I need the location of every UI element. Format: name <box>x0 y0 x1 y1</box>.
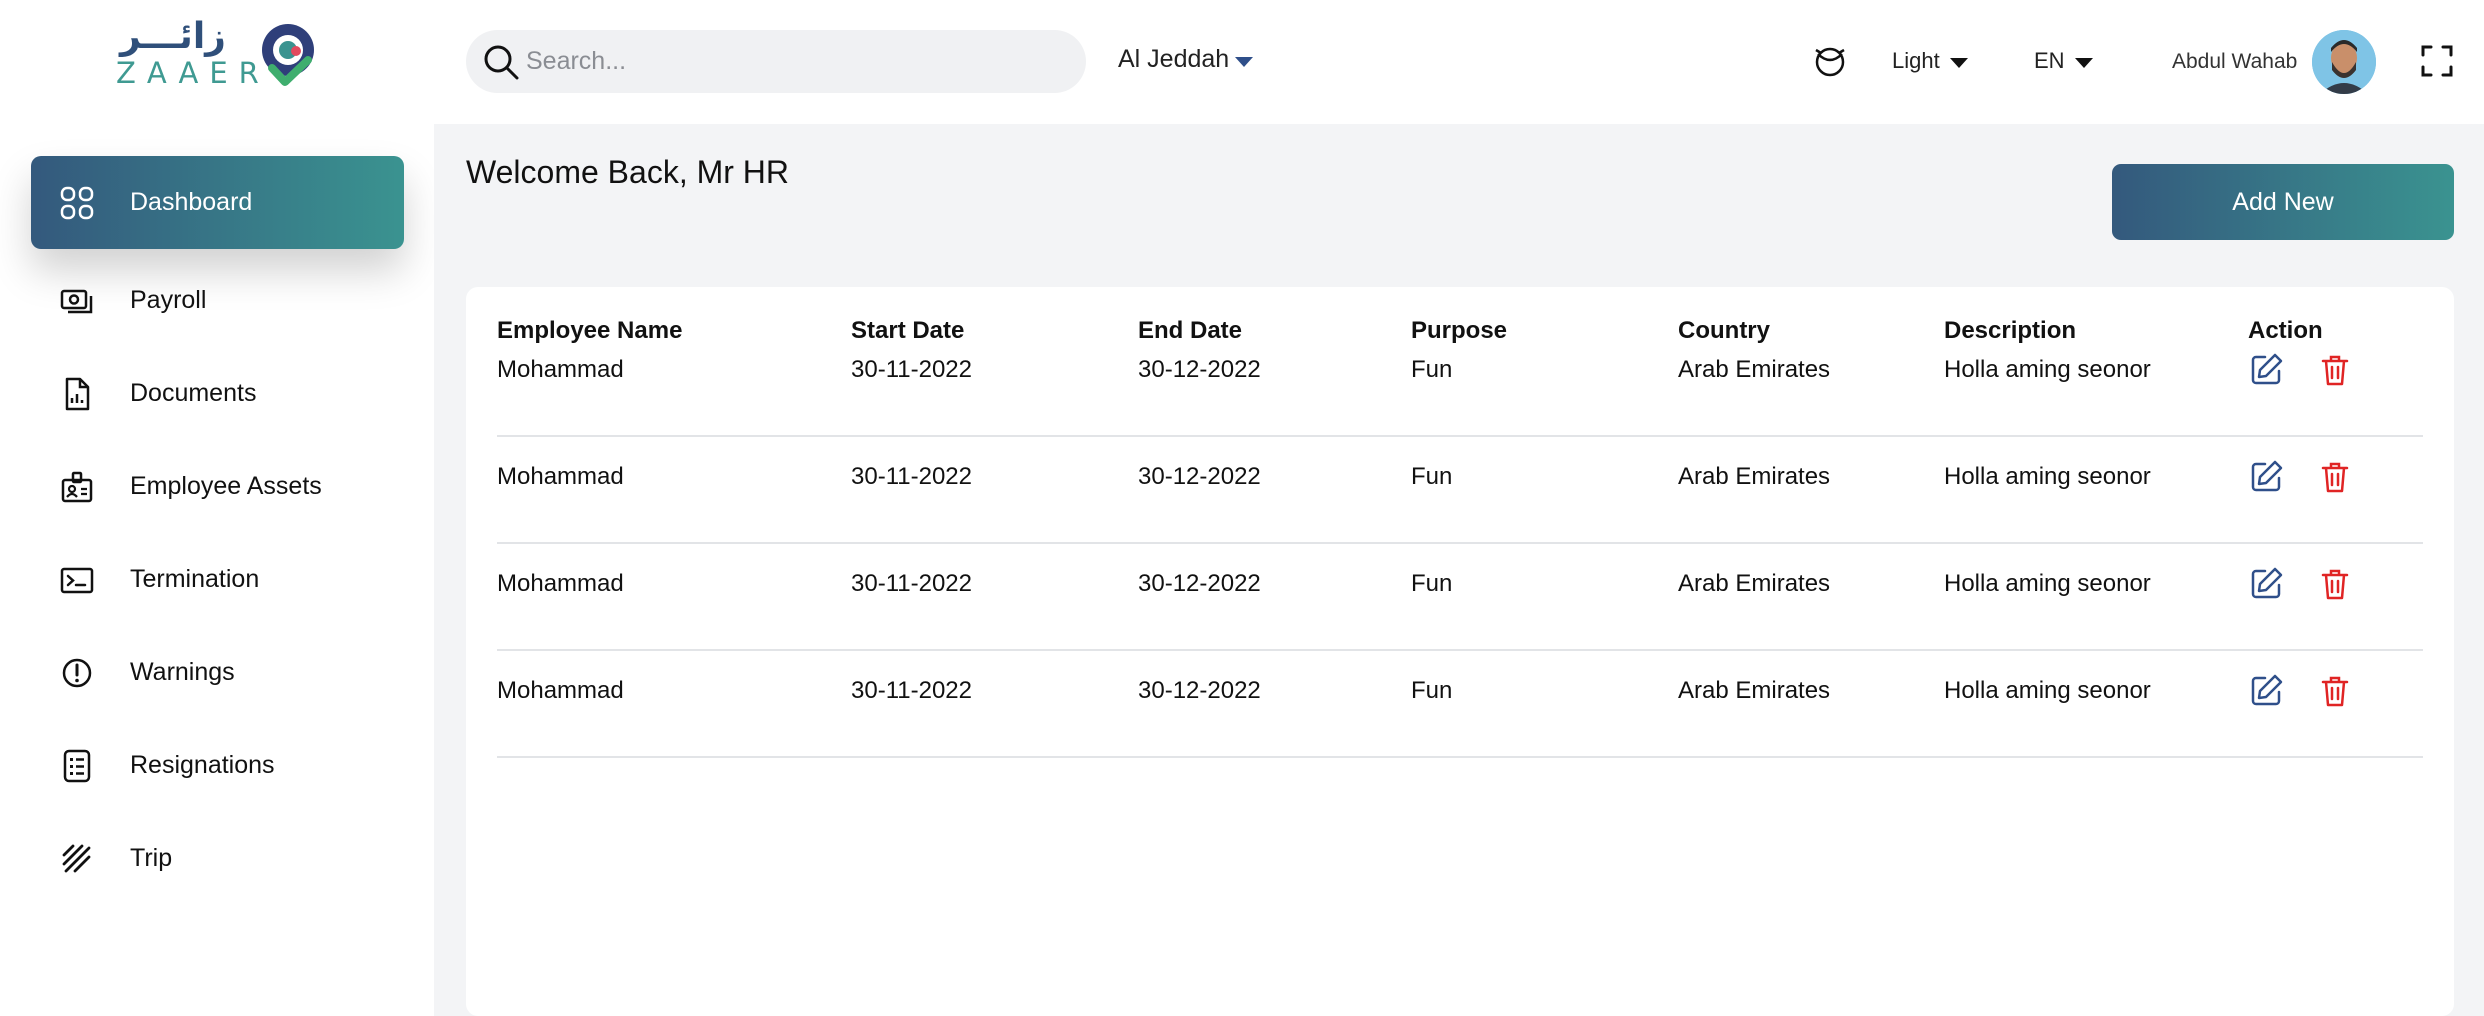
cell-end-date: 30-12-2022 <box>1138 356 1261 383</box>
user-name[interactable]: Abdul Wahab <box>2172 50 2297 74</box>
location-dropdown[interactable]: Al Jeddah <box>1118 45 1254 74</box>
sidebar-item-warnings[interactable]: Warnings <box>31 626 404 719</box>
table-row[interactable]: Mohammad 30-11-2022 30-12-2022 Fun Arab … <box>497 437 2423 544</box>
sidebar-item-employee-assets[interactable]: Employee Assets <box>31 440 404 533</box>
cell-employee-name: Mohammad <box>497 356 624 383</box>
chevron-down-icon <box>1235 56 1254 67</box>
cell-end-date: 30-12-2022 <box>1138 570 1261 597</box>
chevron-down-icon <box>1949 58 1968 68</box>
table-row[interactable]: Mohammad 30-11-2022 30-12-2022 Fun Arab … <box>497 651 2423 758</box>
sidebar-item-payroll[interactable]: Payroll <box>31 254 404 347</box>
id-badge-icon <box>61 471 93 502</box>
trash-icon[interactable] <box>2317 673 2353 709</box>
cell-purpose: Fun <box>1411 463 1453 490</box>
cell-description: Holla aming seonor <box>1944 677 2151 704</box>
fullscreen-icon[interactable] <box>2420 44 2454 78</box>
logo-latin-text: ZAAER <box>116 56 270 90</box>
checklist-icon <box>63 749 91 782</box>
theme-label: Light <box>1892 48 1940 73</box>
alert-icon <box>62 658 92 687</box>
sidebar-item-documents[interactable]: Documents <box>31 347 404 440</box>
sidebar-item-label: Termination <box>130 565 260 593</box>
avatar[interactable] <box>2312 30 2376 94</box>
stripes-icon <box>62 844 91 872</box>
sidebar-item-label: Dashboard <box>130 188 253 216</box>
cell-start-date: 30-11-2022 <box>851 463 972 490</box>
cell-end-date: 30-12-2022 <box>1138 463 1261 490</box>
trash-icon[interactable] <box>2317 566 2353 602</box>
edit-icon[interactable] <box>2248 352 2284 388</box>
globe-icon[interactable] <box>1812 44 1848 80</box>
cell-employee-name: Mohammad <box>497 570 624 597</box>
cell-description: Holla aming seonor <box>1944 463 2151 490</box>
avatar-image <box>2312 30 2376 94</box>
payroll-icon <box>60 289 93 313</box>
cell-purpose: Fun <box>1411 356 1453 383</box>
sidebar-item-label: Employee Assets <box>130 472 322 500</box>
cell-start-date: 30-11-2022 <box>851 356 972 383</box>
search-icon <box>484 45 519 80</box>
grid-icon <box>60 186 94 219</box>
logo-arabic-text: زائـــر <box>120 16 226 57</box>
trash-icon[interactable] <box>2317 352 2353 388</box>
terminal-icon <box>60 567 94 593</box>
cell-description: Holla aming seonor <box>1944 570 2151 597</box>
cell-start-date: 30-11-2022 <box>851 677 972 704</box>
cell-purpose: Fun <box>1411 570 1453 597</box>
document-icon <box>65 377 90 410</box>
edit-icon[interactable] <box>2248 566 2284 602</box>
sidebar-item-label: Resignations <box>130 751 275 779</box>
page-title: Welcome Back, Mr HR <box>466 154 790 190</box>
sidebar-item-resignations[interactable]: Resignations <box>31 719 404 812</box>
language-dropdown[interactable]: EN <box>2034 48 2093 74</box>
cell-start-date: 30-11-2022 <box>851 570 972 597</box>
chevron-down-icon <box>2074 58 2093 68</box>
cell-country: Arab Emirates <box>1678 463 1831 490</box>
trash-icon[interactable] <box>2317 459 2353 495</box>
cell-country: Arab Emirates <box>1678 570 1831 597</box>
sidebar-item-label: Payroll <box>130 286 207 314</box>
sidebar-item-trip[interactable]: Trip <box>31 812 404 905</box>
sidebar-item-termination[interactable]: Termination <box>31 533 404 626</box>
theme-dropdown[interactable]: Light <box>1892 48 1968 74</box>
logo-pin-icon <box>262 24 314 86</box>
cell-country: Arab Emirates <box>1678 677 1831 704</box>
sidebar-item-label: Warnings <box>130 658 235 686</box>
add-new-button[interactable]: Add New <box>2112 164 2454 240</box>
top-header: زائـــر ZAAER Al Jeddah Light EN Abdul <box>0 0 2484 124</box>
sidebar-item-dashboard[interactable]: Dashboard <box>31 156 404 249</box>
sidebar-item-label: Trip <box>130 844 173 872</box>
edit-icon[interactable] <box>2248 673 2284 709</box>
cell-purpose: Fun <box>1411 677 1453 704</box>
sidebar: Dashboard Payroll Documents Employee Ass… <box>0 124 434 1016</box>
main-content: Welcome Back, Mr HR Add New Employee Nam… <box>434 124 2484 1016</box>
cell-employee-name: Mohammad <box>497 463 624 490</box>
sidebar-item-label: Documents <box>130 379 257 407</box>
table-row[interactable]: Mohammad 30-11-2022 30-12-2022 Fun Arab … <box>497 544 2423 651</box>
cell-country: Arab Emirates <box>1678 356 1831 383</box>
brand-logo[interactable]: زائـــر ZAAER <box>110 16 325 92</box>
edit-icon[interactable] <box>2248 459 2284 495</box>
language-label: EN <box>2034 48 2065 73</box>
table-row[interactable]: Mohammad 30-11-2022 30-12-2022 Fun Arab … <box>497 330 2423 437</box>
cell-end-date: 30-12-2022 <box>1138 677 1261 704</box>
cell-employee-name: Mohammad <box>497 677 624 704</box>
trips-table: Employee Name Start Date End Date Purpos… <box>466 287 2454 1016</box>
search-input[interactable] <box>526 38 1066 84</box>
location-label: Al Jeddah <box>1118 45 1230 73</box>
search-box[interactable] <box>466 30 1086 93</box>
cell-description: Holla aming seonor <box>1944 356 2151 383</box>
